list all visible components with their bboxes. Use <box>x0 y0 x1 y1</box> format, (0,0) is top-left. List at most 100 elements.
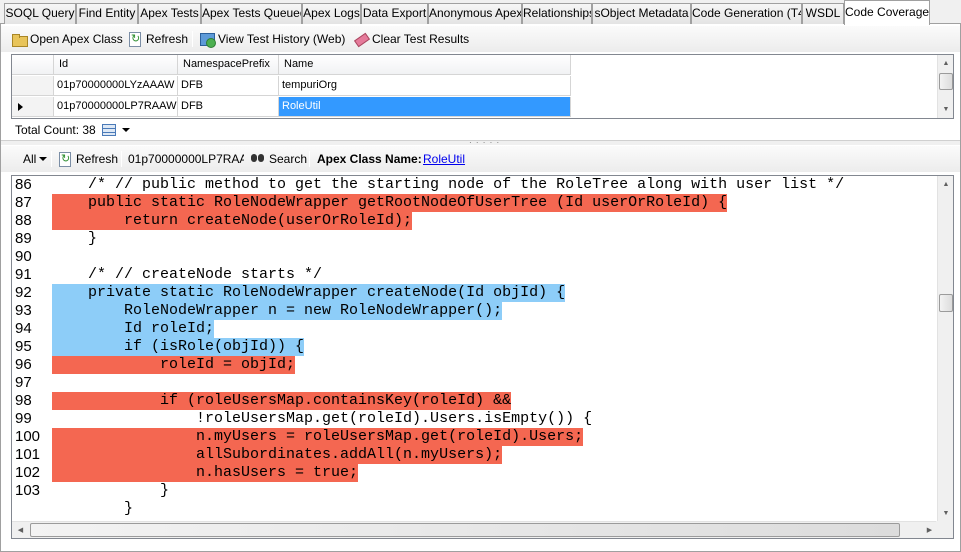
cell-namespace-prefix[interactable]: DFB <box>178 97 279 117</box>
line-number: 101 <box>15 446 41 463</box>
line-number: 95 <box>15 338 32 355</box>
chevron-down-icon <box>39 157 48 161</box>
panel-splitter[interactable]: · · · · · <box>1 138 960 147</box>
line-number: 86 <box>15 176 32 193</box>
line-number: 91 <box>15 266 32 283</box>
line-number <box>12 500 44 518</box>
code-coverage-editor[interactable]: 86 87 88 89 90 91 92 93 94 95 96 97 98 99 100 101 102 103… <box>11 175 954 539</box>
code-line: n.hasUsers = true; <box>52 464 359 481</box>
tab-strip: SOQL Query Find Entity Apex Tests Apex Test… <box>0 0 961 25</box>
line-number: 102 <box>15 464 41 481</box>
record-count-bar: Total Count: 38 <box>11 120 954 140</box>
line-number: 93 <box>15 302 32 319</box>
tab-soql-query[interactable]: SOQL Query <box>4 3 76 24</box>
filter-all-label: All <box>23 152 37 166</box>
search-button[interactable]: Search <box>250 150 307 168</box>
tab-sobject-metadata[interactable]: sObject Metadata <box>592 3 691 24</box>
scroll-left-arrow-icon[interactable]: ◀ <box>12 522 29 538</box>
apex-class-name-label: Apex Class Name: <box>317 152 422 166</box>
refresh-label: Refresh <box>146 32 189 46</box>
editor-vertical-scrollbar[interactable]: ▲ ▼ <box>937 176 953 522</box>
code-line: if (roleUsersMap.containsKey(roleId) && <box>52 392 512 409</box>
chevron-down-icon[interactable] <box>121 128 130 132</box>
code-line: allSubordinates.addAll(n.myUsers); <box>52 446 503 463</box>
refresh-label: Refresh <box>76 152 119 166</box>
tab-data-export[interactable]: Data Export <box>361 3 428 24</box>
scroll-thumb[interactable] <box>30 523 900 537</box>
tab-apex-logs[interactable]: Apex Logs <box>302 3 361 24</box>
editor-horizontal-scrollbar[interactable]: ◀ ▶ <box>12 521 938 538</box>
class-id-field[interactable]: 01p70000000LP7RAAW <box>128 150 244 168</box>
code-line: } <box>52 230 98 247</box>
coverage-toolbar: All Refresh 01p70000000LP7RAAW Search Ap… <box>1 146 960 172</box>
tab-apex-tests[interactable]: Apex Tests <box>138 3 201 24</box>
cell-name[interactable]: tempuriOrg <box>279 76 571 96</box>
apex-class-name-link[interactable]: RoleUtil <box>423 150 465 168</box>
web-history-icon <box>199 31 216 48</box>
tab-code-generation-t4[interactable]: Code Generation (T4) <box>691 3 802 24</box>
clear-test-results-button[interactable]: Clear Test Results <box>353 30 469 48</box>
line-number-gutter: 86 87 88 89 90 91 92 93 94 95 96 97 98 99 100 101 102 103 <box>12 176 52 522</box>
scroll-thumb[interactable] <box>939 294 953 312</box>
scroll-thumb[interactable] <box>939 73 953 90</box>
tab-wsdl[interactable]: WSDL <box>802 3 844 24</box>
code-line: n.myUsers = roleUsersMap.get(roleId).Use… <box>52 428 584 445</box>
cell-id[interactable]: 01p70000000LP7RAAW <box>54 97 178 117</box>
row-header-current[interactable] <box>12 97 54 117</box>
grid-corner-header <box>12 55 54 75</box>
line-number: 98 <box>15 392 32 409</box>
toolbar-separator <box>121 151 122 167</box>
line-number: 94 <box>15 320 32 337</box>
scroll-down-arrow-icon[interactable]: ▼ <box>938 505 953 522</box>
cell-namespace-prefix[interactable]: DFB <box>178 76 279 96</box>
code-line: } <box>52 500 134 517</box>
line-number: 103 <box>15 482 41 499</box>
code-line: roleId = objId; <box>52 356 296 373</box>
column-header-name[interactable]: Name <box>279 55 571 75</box>
total-count: Total Count: 38 <box>15 123 96 137</box>
tab-relationships[interactable]: Relationships <box>522 3 592 24</box>
refresh-coverage-button[interactable]: Refresh <box>57 150 118 168</box>
view-test-history-label: View Test History (Web) <box>218 32 346 46</box>
open-folder-icon <box>11 31 28 47</box>
line-number: 89 <box>15 230 32 247</box>
tab-find-entity[interactable]: Find Entity <box>76 3 138 24</box>
scroll-down-arrow-icon[interactable]: ▼ <box>938 101 953 118</box>
splitter-grip-icon: · · · · · <box>469 138 501 147</box>
search-label: Search <box>269 152 308 166</box>
cell-id[interactable]: 01p70000000LYzAAAW <box>54 76 178 96</box>
apex-class-grid[interactable]: Id NamespacePrefix Name 01p70000000LYzAA… <box>11 54 954 119</box>
row-header[interactable] <box>12 76 54 96</box>
view-test-history-button[interactable]: View Test History (Web) <box>199 30 345 48</box>
clear-test-results-label: Clear Test Results <box>372 32 470 46</box>
column-header-namespace-prefix[interactable]: NamespacePrefix <box>178 55 279 75</box>
current-row-arrow-icon <box>18 103 23 111</box>
line-number: 88 <box>15 212 32 229</box>
code-line: RoleNodeWrapper n = new RoleNodeWrapper(… <box>52 302 503 319</box>
line-number: 97 <box>15 374 32 391</box>
tab-code-coverage[interactable]: Code Coverage <box>844 0 930 25</box>
tab-anonymous-apex[interactable]: Anonymous Apex <box>428 3 522 24</box>
toolbar-separator <box>309 151 310 167</box>
line-number: 96 <box>15 356 32 373</box>
refresh-classes-button[interactable]: Refresh <box>127 30 188 48</box>
open-apex-class-label: Open Apex Class <box>30 32 123 46</box>
line-number: 87 <box>15 194 32 211</box>
column-header-id[interactable]: Id <box>54 55 178 75</box>
class-toolbar: Open Apex Class Refresh View Test Histor… <box>1 26 960 52</box>
code-line: return createNode(userOrRoleId); <box>52 212 413 229</box>
class-id-value: 01p70000000LP7RAAW <box>128 152 244 166</box>
eraser-icon <box>353 31 369 47</box>
code-text-area[interactable]: /* // public method to get the starting … <box>52 176 938 522</box>
scroll-up-arrow-icon[interactable]: ▲ <box>938 55 953 72</box>
code-line: } <box>52 482 170 499</box>
grid-view-icon[interactable] <box>101 124 116 136</box>
toolbar-separator <box>192 31 193 47</box>
tab-apex-tests-queued[interactable]: Apex Tests Queued <box>201 3 302 24</box>
filter-all-dropdown[interactable]: All <box>23 150 48 168</box>
code-line: !roleUsersMap.get(roleId).Users.isEmpty(… <box>52 410 593 427</box>
grid-vertical-scrollbar[interactable]: ▲ ▼ <box>937 55 953 118</box>
cell-name-selected[interactable]: RoleUtil <box>279 97 571 117</box>
scroll-up-arrow-icon[interactable]: ▲ <box>938 176 953 193</box>
open-apex-class-button[interactable]: Open Apex Class <box>11 30 123 48</box>
